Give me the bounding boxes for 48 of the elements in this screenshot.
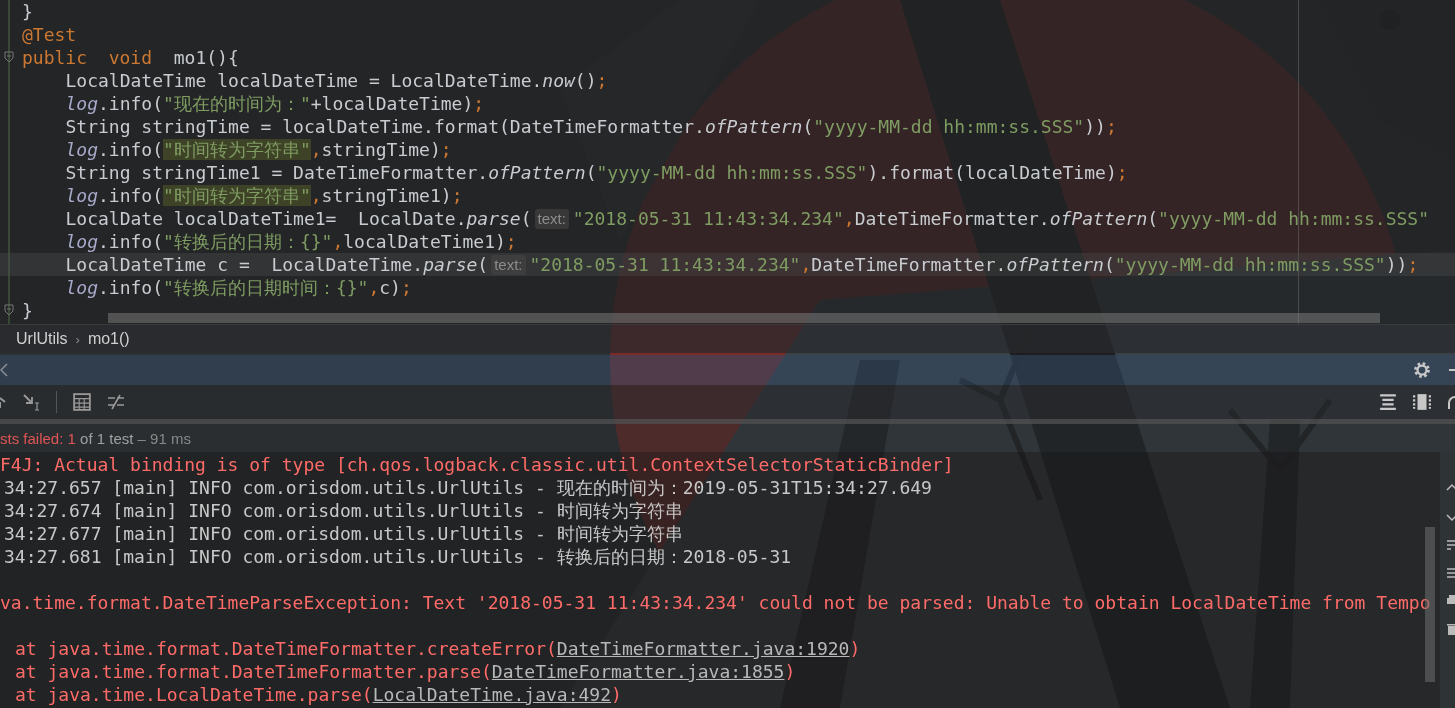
console-line: 34:27.681 [main] INFO com.orisdom.utils.UrlUtils - 转换后的日期：2018-05-31: [3, 545, 792, 568]
film-strip-icon[interactable]: [1413, 393, 1431, 411]
code-text: @Test: [22, 23, 77, 46]
console-line: 34:27.674 [main] INFO com.orisdom.utils.UrlUtils - 时间转为字符串: [3, 499, 683, 522]
breadcrumb-separator: ›: [75, 331, 80, 347]
parameter-hint: text:: [534, 208, 569, 229]
settings-icon[interactable]: [1413, 361, 1431, 379]
code-text: }: [22, 0, 33, 23]
parameter-hint: text:: [491, 254, 526, 275]
code-text: log.info("转换后的日期：{}",localDateTime1);: [65, 230, 517, 253]
export-icon[interactable]: [0, 394, 6, 410]
code-text: log.info("时间转为字符串",stringTime1);: [65, 184, 463, 207]
code-text: LocalDateTime c = LocalDateTime.parse(: [65, 253, 489, 276]
code-text: "2018-05-31 11:43:34.234",DateTimeFormatter.ofPattern("yyyy-MM-dd hh:mm:ss.SSS"));: [529, 253, 1419, 276]
console-line: at java.time.format.DateTimeFormatter.createError(DateTimeFormatter.java:1920): [14, 637, 861, 660]
code-text: }: [22, 299, 33, 322]
table-icon[interactable]: [73, 393, 91, 411]
code-text: log.info("转换后的日期时间：{}",c);: [65, 276, 412, 299]
import-icon[interactable]: [22, 393, 40, 411]
source-link[interactable]: LocalDateTime.java:492: [372, 684, 612, 705]
soft-wrap-icon[interactable]: [1445, 538, 1455, 552]
scroll-to-end-icon[interactable]: [1445, 566, 1455, 580]
fold-icon[interactable]: [4, 51, 14, 63]
code-text: String stringTime = localDateTime.format(DateTimeFormatter.ofPattern("yyyy-MM-dd hh:mm:ss.SSS"));: [65, 115, 1117, 138]
console-line: va.time.format.DateTimeParseException: Text '2018-05-31 11:43:34.234' could not be parsed: Unable to obtain LocalDateTime from Tempo: [0, 591, 1431, 614]
code-text: LocalDate localDateTime1= LocalDate.parse(: [65, 207, 532, 230]
code-text: String stringTime1 = DateTimeFormatter.ofPattern("yyyy-MM-dd hh:mm:ss.SSS").format(localDateTime);: [65, 161, 1128, 184]
source-link[interactable]: DateTimeFormatter.java:1855: [491, 661, 785, 682]
compare-icon[interactable]: [107, 393, 125, 411]
breadcrumb-item[interactable]: mo1(): [87, 330, 130, 348]
console-line: F4J: Actual binding is of type [ch.qos.logback.classic.util.ContextSelectorStaticBinder]: [0, 453, 954, 476]
console-line: at java.time.LocalDateTime.parse(LocalDateTime.java:492): [14, 683, 622, 706]
console-line: 34:27.657 [main] INFO com.orisdom.utils.UrlUtils - 现在的时间为：2019-05-31T15:34:27.649: [3, 476, 932, 499]
console-line: at java.time.format.DateTimeFormatter.parse(DateTimeFormatter.java:1855): [14, 660, 796, 683]
breadcrumb-item[interactable]: UrlUtils: [16, 330, 68, 348]
code-text: public void mo1(){: [22, 46, 239, 69]
fold-icon[interactable]: [4, 304, 14, 316]
code-text: log.info("现在的时间为："+localDateTime);: [65, 92, 485, 115]
list-icon[interactable]: [1379, 393, 1397, 411]
code-text: "2018-05-31 11:43:34.234",DateTimeFormatter.ofPattern("yyyy-MM-dd hh:mm:ss.SSS": [572, 207, 1430, 230]
chevron-left-icon[interactable]: [0, 363, 8, 377]
console-line: 34:27.677 [main] INFO com.orisdom.utils.UrlUtils - 时间转为字符串: [3, 522, 683, 545]
test-status-text: sts failed: 1 of 1 test – 91 ms: [0, 429, 191, 447]
horizontal-scrollbar[interactable]: [108, 313, 1380, 323]
refresh-icon[interactable]: [1447, 394, 1455, 410]
code-text: LocalDateTime localDateTime = LocalDateTime.now();: [65, 69, 608, 92]
code-text: log.info("时间转为字符串",stringTime);: [65, 138, 452, 161]
source-link[interactable]: DateTimeFormatter.java:1920: [556, 638, 850, 659]
